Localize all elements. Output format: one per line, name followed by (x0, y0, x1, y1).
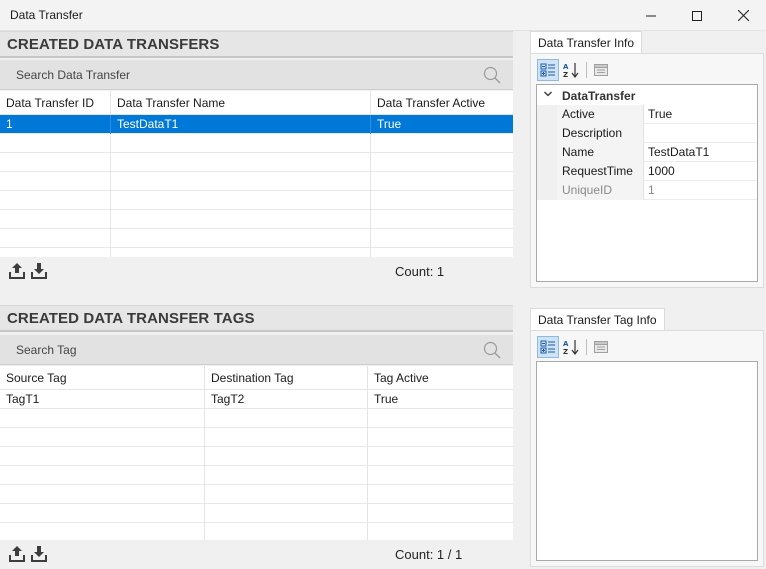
svg-text:Z: Z (563, 71, 568, 79)
categorized-icon (540, 63, 555, 77)
alphabetical-button[interactable]: A Z (560, 59, 582, 81)
tag-search-bar[interactable]: Search Tag (0, 335, 513, 365)
column-header-destination-tag[interactable]: Destination Tag (205, 366, 368, 390)
property-row-uniqueid[interactable]: UniqueID 1 (537, 181, 757, 200)
category-label: DataTransfer (562, 89, 636, 103)
property-pages-icon (594, 64, 608, 76)
empty-row (0, 523, 513, 540)
column-header-tag-active[interactable]: Tag Active (368, 366, 513, 390)
property-key: Name (557, 143, 644, 162)
window-title: Data Transfer (10, 8, 83, 22)
tab-data-transfer-info[interactable]: Data Transfer Info (530, 31, 643, 53)
property-key: RequestTime (557, 162, 644, 181)
transfer-property-grid[interactable]: DataTransfer Active True Description Nam… (536, 84, 758, 282)
tags-section-header: CREATED DATA TRANSFER TAGS (0, 305, 513, 332)
empty-row (0, 134, 513, 153)
empty-row (0, 466, 513, 485)
table-row[interactable]: TagT1 TagT2 True (0, 390, 513, 409)
property-row-requesttime[interactable]: RequestTime 1000 (537, 162, 757, 181)
empty-row (0, 172, 513, 191)
column-header-transfer-name[interactable]: Data Transfer Name (111, 91, 371, 115)
minimize-button[interactable] (628, 0, 674, 31)
empty-row (0, 504, 513, 523)
transfers-section-title: CREATED DATA TRANSFERS (7, 36, 220, 53)
transfer-search-placeholder: Search Data Transfer (16, 68, 131, 82)
download-icon[interactable] (30, 545, 48, 563)
categorized-icon (540, 340, 555, 354)
maximize-icon (692, 10, 702, 21)
property-pages-icon (594, 341, 608, 353)
property-value[interactable] (644, 124, 757, 143)
tag-search-placeholder: Search Tag (16, 343, 77, 357)
category-row[interactable]: DataTransfer (537, 86, 757, 105)
property-value[interactable]: True (644, 105, 757, 124)
cell-source-tag: TagT1 (0, 390, 205, 409)
empty-row (0, 191, 513, 210)
tag-property-grid[interactable] (536, 361, 758, 561)
column-header-transfer-id[interactable]: Data Transfer ID (0, 91, 111, 115)
svg-text:A: A (563, 340, 569, 348)
column-header-transfer-active[interactable]: Data Transfer Active (371, 91, 513, 115)
tags-section-title: CREATED DATA TRANSFER TAGS (7, 310, 255, 327)
close-button[interactable] (720, 0, 766, 31)
empty-row (0, 248, 513, 257)
tags-grid[interactable]: Source Tag Destination Tag Tag Active Ta… (0, 366, 513, 540)
transfers-footer: Count: 1 (0, 257, 513, 285)
empty-row (0, 428, 513, 447)
search-icon[interactable] (483, 341, 501, 359)
empty-row (0, 210, 513, 229)
property-value[interactable]: 1000 (644, 162, 757, 181)
property-pages-button[interactable] (590, 336, 612, 358)
empty-row (0, 447, 513, 466)
property-pages-button[interactable] (590, 59, 612, 81)
cell-destination-tag: TagT2 (205, 390, 368, 409)
cell-tag-active: True (374, 392, 399, 406)
alphabetical-button[interactable]: A Z (560, 336, 582, 358)
property-key: Description (557, 124, 644, 143)
property-key: Active (557, 105, 644, 124)
tag-info-toolbar: A Z (537, 336, 617, 358)
property-key: UniqueID (557, 181, 644, 200)
categorized-button[interactable] (537, 59, 559, 81)
cell-transfer-active: True (377, 117, 402, 131)
transfers-grid[interactable]: Data Transfer ID Data Transfer Name Data… (0, 91, 513, 257)
download-icon[interactable] (30, 262, 48, 280)
sort-alphabetical-icon: A Z (563, 63, 579, 79)
empty-row (0, 409, 513, 428)
svg-text:A: A (563, 63, 569, 71)
tags-count: Count: 1 / 1 (395, 547, 463, 562)
property-row-description[interactable]: Description (537, 124, 757, 143)
chevron-down-icon (544, 91, 552, 97)
svg-text:Z: Z (563, 348, 568, 356)
tab-data-transfer-tag-info[interactable]: Data Transfer Tag Info (530, 308, 665, 330)
property-row-active[interactable]: Active True (537, 105, 757, 124)
upload-icon[interactable] (8, 545, 26, 563)
transfer-search-bar[interactable]: Search Data Transfer (0, 60, 513, 90)
tags-footer: Count: 1 / 1 (0, 540, 513, 569)
property-value: 1 (648, 183, 655, 197)
tags-grid-header: Source Tag Destination Tag Tag Active (0, 366, 513, 390)
upload-icon[interactable] (8, 262, 26, 280)
empty-row (0, 229, 513, 248)
transfer-info-toolbar: A Z (537, 59, 617, 81)
close-icon (737, 10, 749, 21)
table-row[interactable]: 1 TestDataT1 True (0, 115, 513, 134)
minimize-icon (646, 15, 656, 16)
column-header-source-tag[interactable]: Source Tag (0, 366, 205, 390)
property-value[interactable]: TestDataT1 (644, 143, 757, 162)
transfers-section-header: CREATED DATA TRANSFERS (0, 31, 513, 58)
categorized-button[interactable] (537, 336, 559, 358)
search-icon[interactable] (483, 66, 501, 84)
transfers-count: Count: 1 (395, 264, 445, 279)
transfers-grid-header: Data Transfer ID Data Transfer Name Data… (0, 91, 513, 115)
cell-transfer-id: 1 (0, 115, 111, 134)
sort-alphabetical-icon: A Z (563, 340, 579, 356)
maximize-button[interactable] (674, 0, 720, 31)
property-row-name[interactable]: Name TestDataT1 (537, 143, 757, 162)
empty-row (0, 485, 513, 504)
cell-transfer-name: TestDataT1 (111, 115, 371, 134)
title-bar: Data Transfer (0, 0, 766, 31)
empty-row (0, 153, 513, 172)
